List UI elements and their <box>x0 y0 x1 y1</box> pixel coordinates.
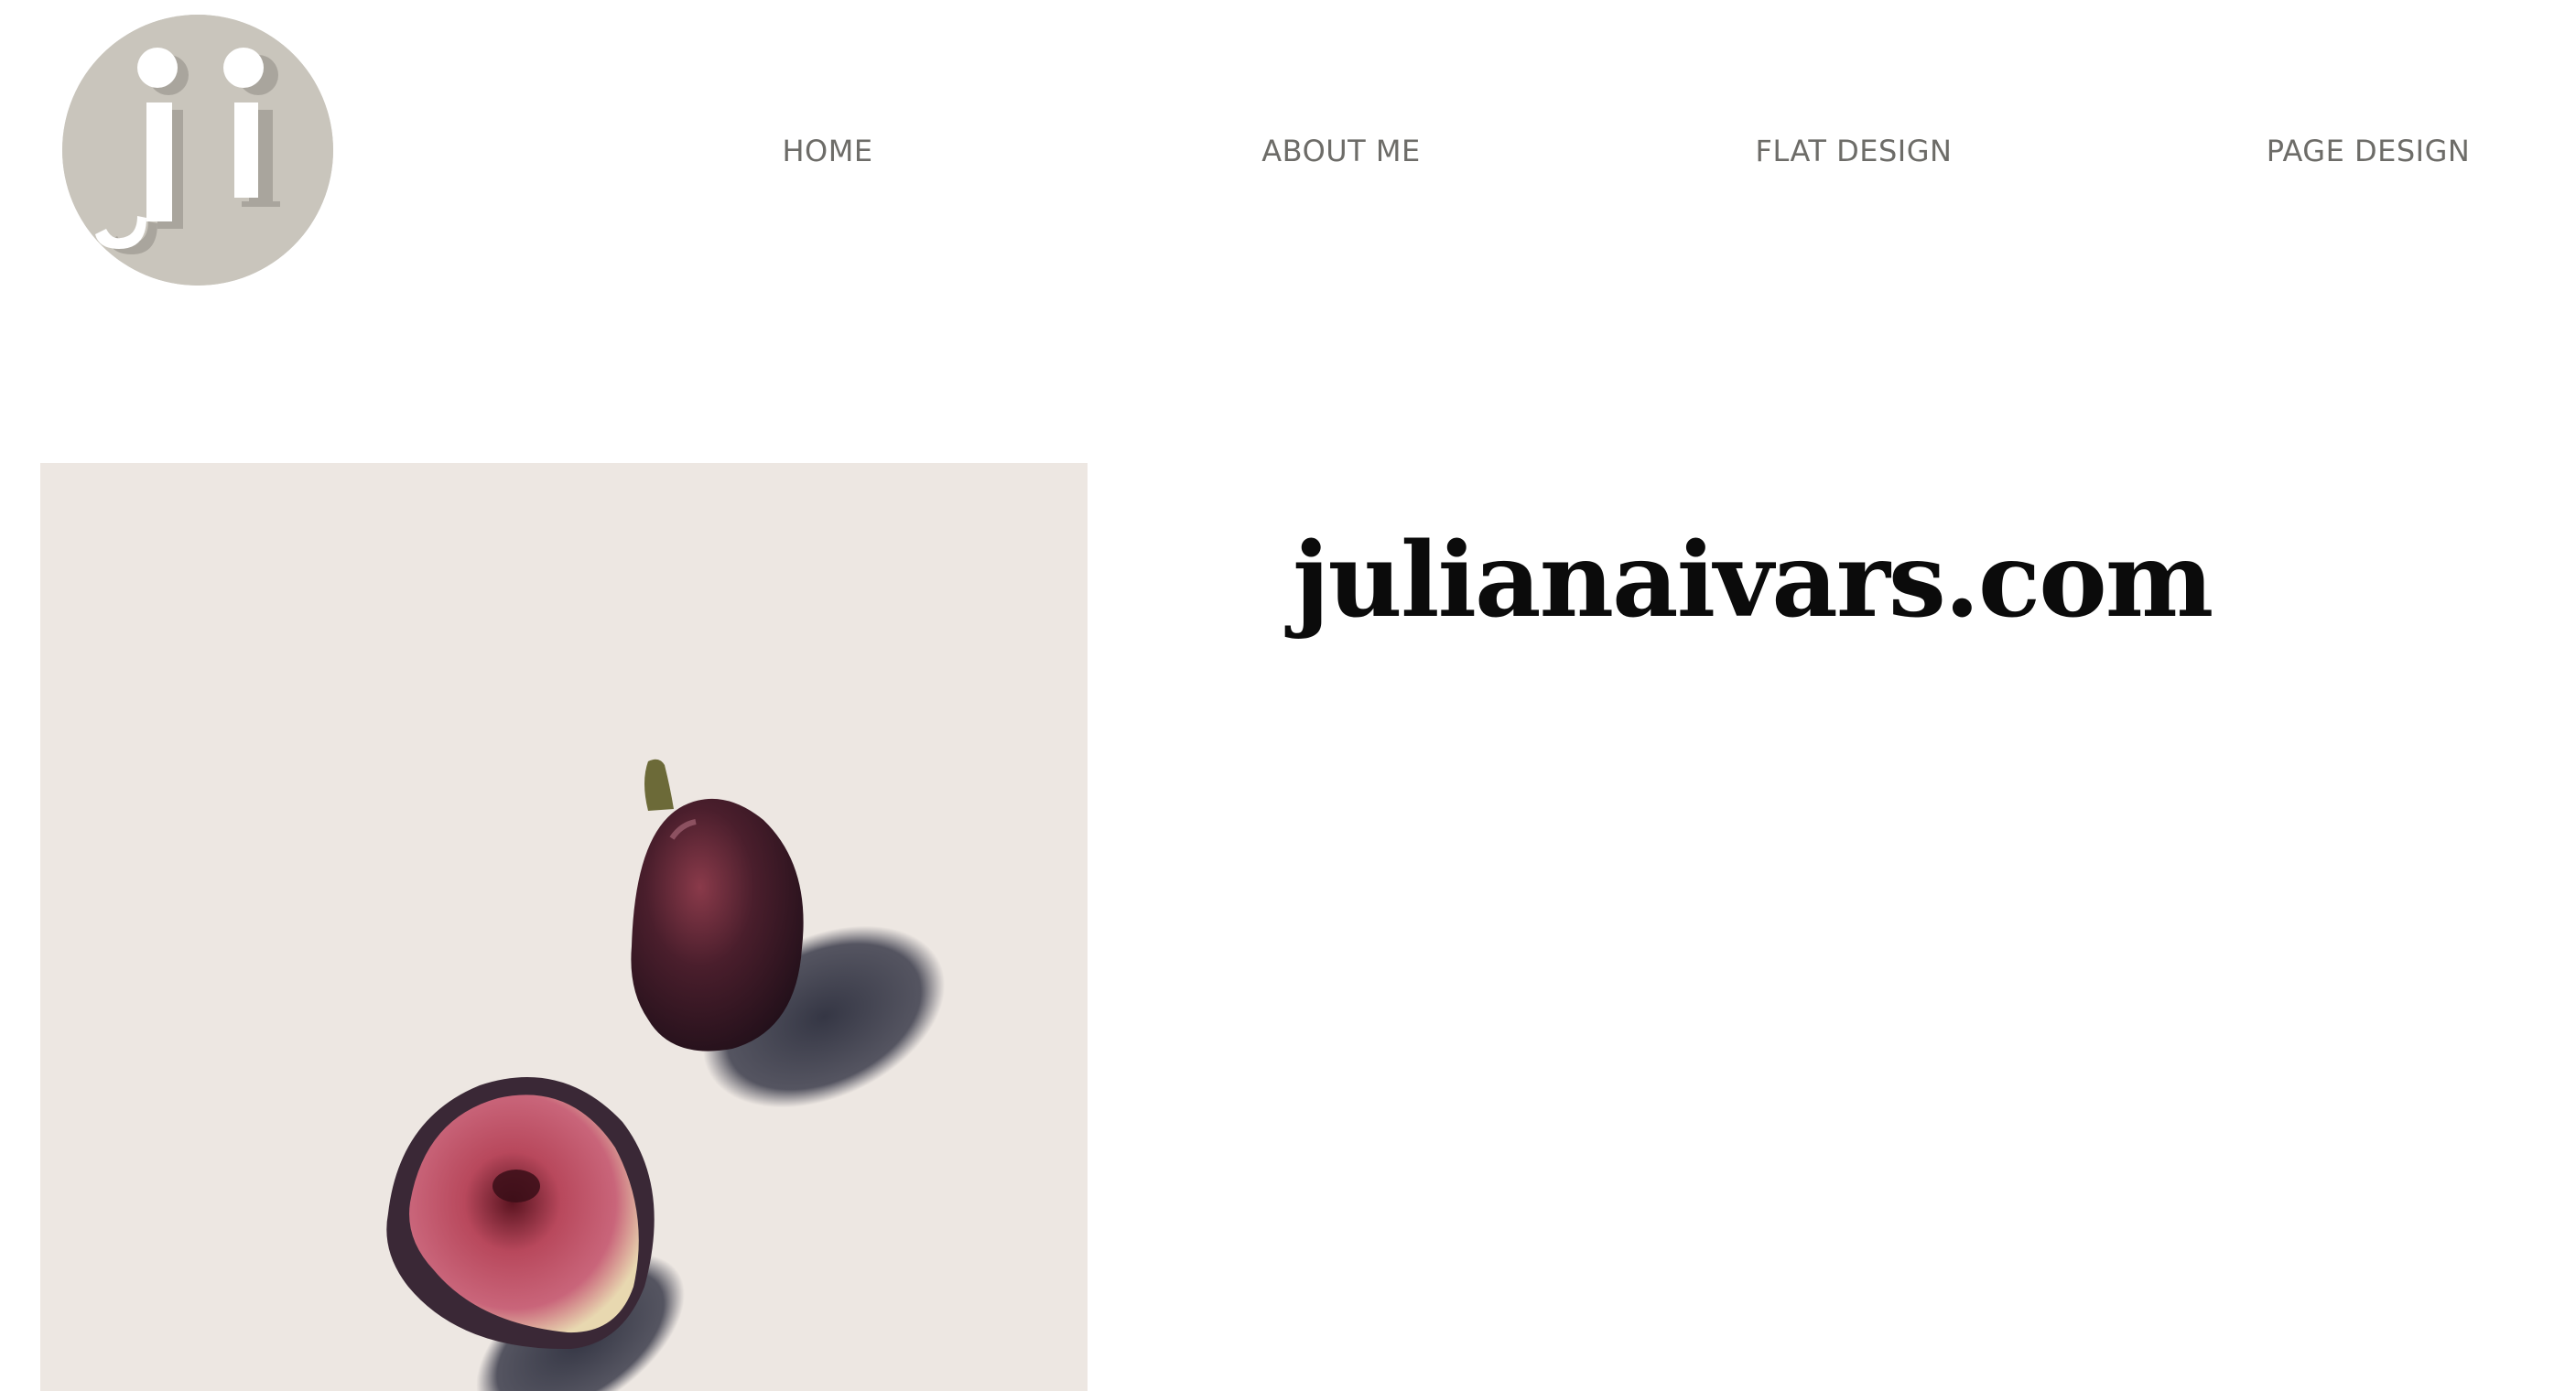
nav-about-me[interactable]: ABOUT ME <box>1261 128 1420 174</box>
nav-flat-design[interactable]: FLAT DESIGN <box>1756 128 1953 174</box>
main-nav: HOME ABOUT ME FLAT DESIGN PAGE DESIGN <box>0 128 2576 174</box>
site-title: julianaivars.com <box>1293 521 2213 641</box>
figs-image <box>40 463 1088 1391</box>
nav-page-design[interactable]: PAGE DESIGN <box>2267 128 2471 174</box>
nav-home[interactable]: HOME <box>782 128 872 174</box>
figs-photo <box>40 463 1088 1391</box>
